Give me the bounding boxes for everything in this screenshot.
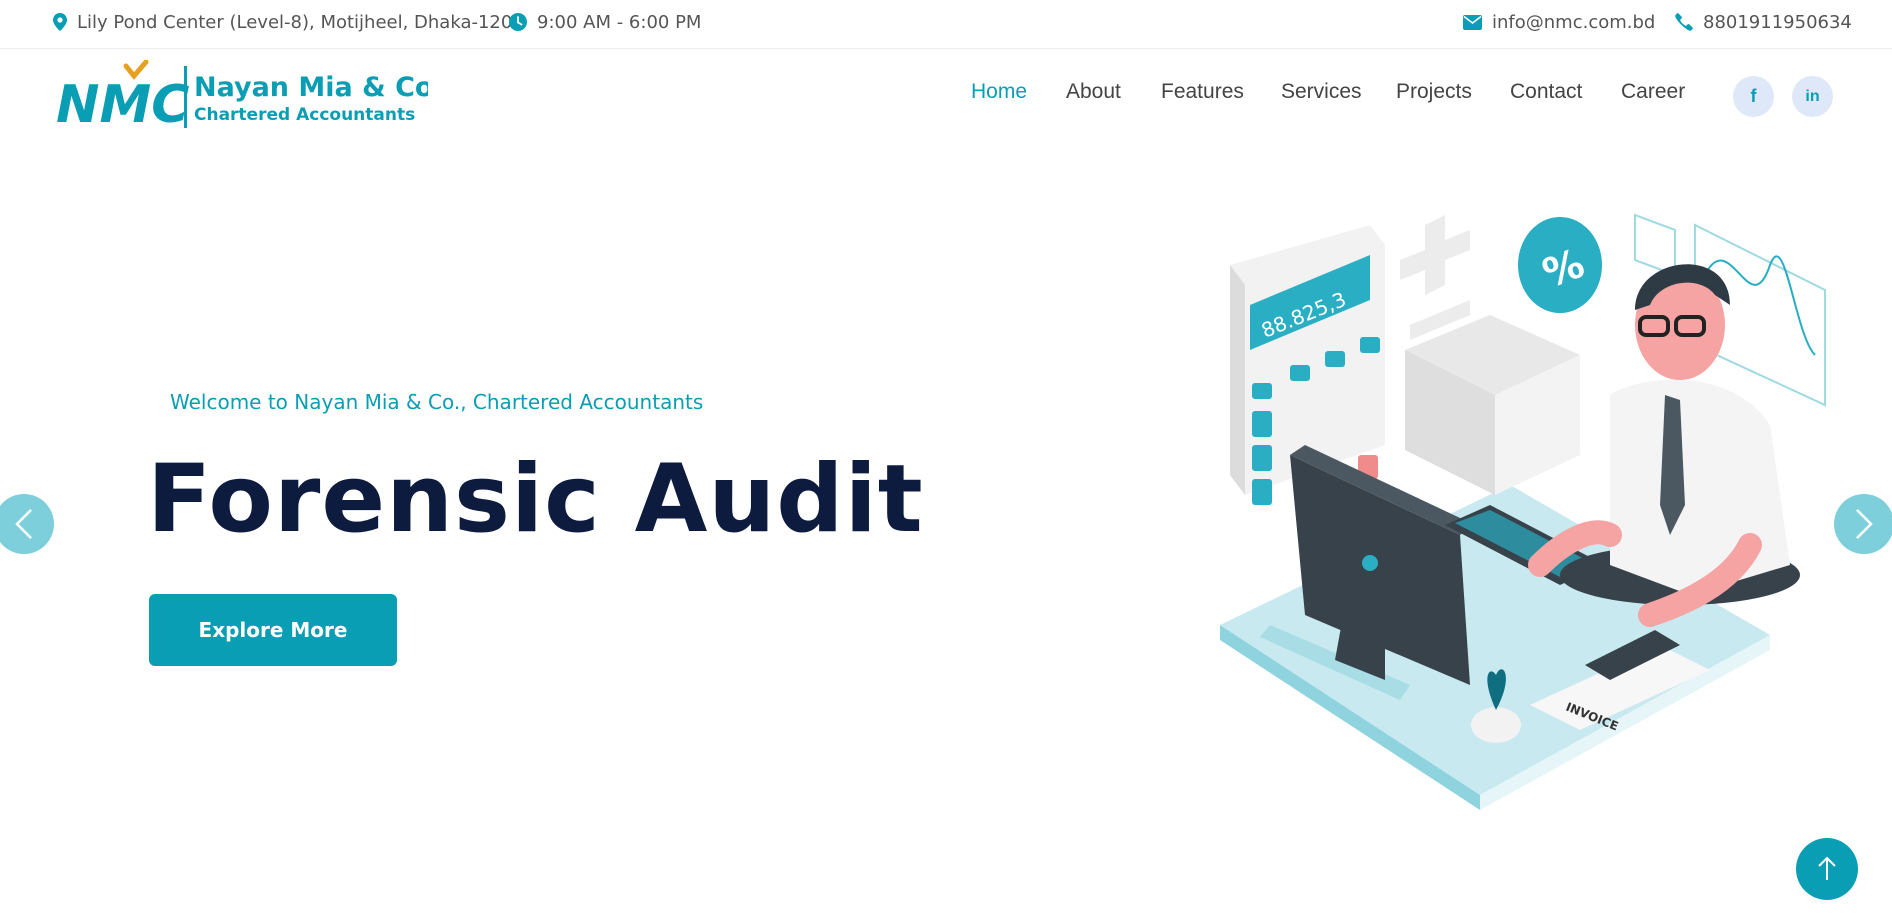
scroll-to-top-button[interactable] xyxy=(1796,838,1858,900)
nav-features[interactable]: Features xyxy=(1161,80,1244,104)
hero-title: Forensic Audit xyxy=(147,445,924,554)
envelope-icon xyxy=(1463,14,1482,30)
logo-company-name: Nayan Mia & Co. xyxy=(194,72,428,103)
chevron-left-icon xyxy=(15,509,32,539)
slider-next-button[interactable] xyxy=(1834,494,1892,554)
site-logo[interactable]: NMC Nayan Mia & Co. Chartered Accountant… xyxy=(56,60,428,132)
phone-info[interactable]: 8801911950634 xyxy=(1675,0,1852,44)
nav-home[interactable]: Home xyxy=(971,80,1027,104)
logo-subtitle: Chartered Accountants xyxy=(194,105,415,125)
linkedin-icon: in xyxy=(1805,87,1820,105)
map-pin-icon xyxy=(53,13,67,31)
explore-more-button[interactable]: Explore More xyxy=(149,594,397,666)
clock-icon xyxy=(509,13,527,31)
phone-link[interactable]: 8801911950634 xyxy=(1703,12,1852,33)
facebook-button[interactable]: f xyxy=(1733,76,1774,117)
hours-info: 9:00 AM - 6:00 PM xyxy=(509,0,701,44)
nav-contact[interactable]: Contact xyxy=(1510,80,1582,104)
email-info[interactable]: info@nmc.com.bd xyxy=(1463,0,1655,44)
phone-icon xyxy=(1675,13,1693,31)
nmc-mark: NMC xyxy=(56,60,189,132)
facebook-icon: f xyxy=(1750,86,1757,106)
top-info-bar: Lily Pond Center (Level-8), Motijheel, D… xyxy=(0,0,1892,49)
slider-prev-button[interactable] xyxy=(0,494,54,554)
arrow-up-icon xyxy=(1818,856,1836,880)
nav-projects[interactable]: Projects xyxy=(1396,80,1472,104)
svg-text:NMC: NMC xyxy=(56,75,189,132)
hero-illustration: 88.825,3 % INVOICE xyxy=(1220,213,1826,810)
hero-tagline: Welcome to Nayan Mia & Co., Chartered Ac… xyxy=(170,390,704,414)
address-info: Lily Pond Center (Level-8), Motijheel, D… xyxy=(53,0,524,44)
hours-text: 9:00 AM - 6:00 PM xyxy=(537,11,702,33)
address-text: Lily Pond Center (Level-8), Motijheel, D… xyxy=(77,11,524,33)
chevron-right-icon xyxy=(1856,509,1873,539)
nav-services[interactable]: Services xyxy=(1281,80,1362,104)
nav-about[interactable]: About xyxy=(1066,80,1121,104)
linkedin-button[interactable]: in xyxy=(1792,76,1833,117)
email-link[interactable]: info@nmc.com.bd xyxy=(1492,12,1655,33)
nav-career[interactable]: Career xyxy=(1621,80,1685,104)
